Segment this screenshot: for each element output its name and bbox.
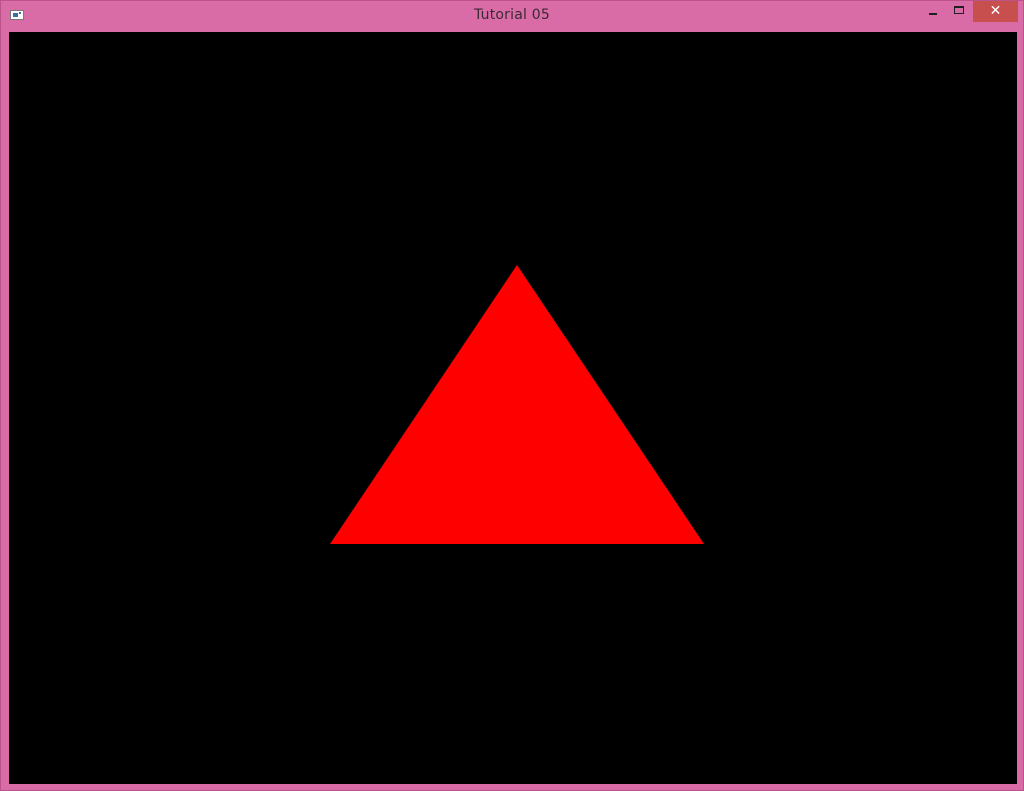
minimize-icon <box>929 13 937 15</box>
render-viewport <box>9 32 1017 784</box>
title-bar[interactable]: Tutorial 05 ✕ <box>1 1 1023 31</box>
app-window: Tutorial 05 ✕ <box>0 0 1024 791</box>
maximize-button[interactable] <box>946 1 972 22</box>
close-button[interactable]: ✕ <box>973 1 1018 22</box>
close-icon: ✕ <box>989 3 1002 19</box>
minimize-button[interactable] <box>920 1 946 22</box>
maximize-icon <box>954 6 964 14</box>
render-surface <box>330 265 704 544</box>
red-triangle <box>330 265 704 544</box>
window-title: Tutorial 05 <box>474 7 550 23</box>
